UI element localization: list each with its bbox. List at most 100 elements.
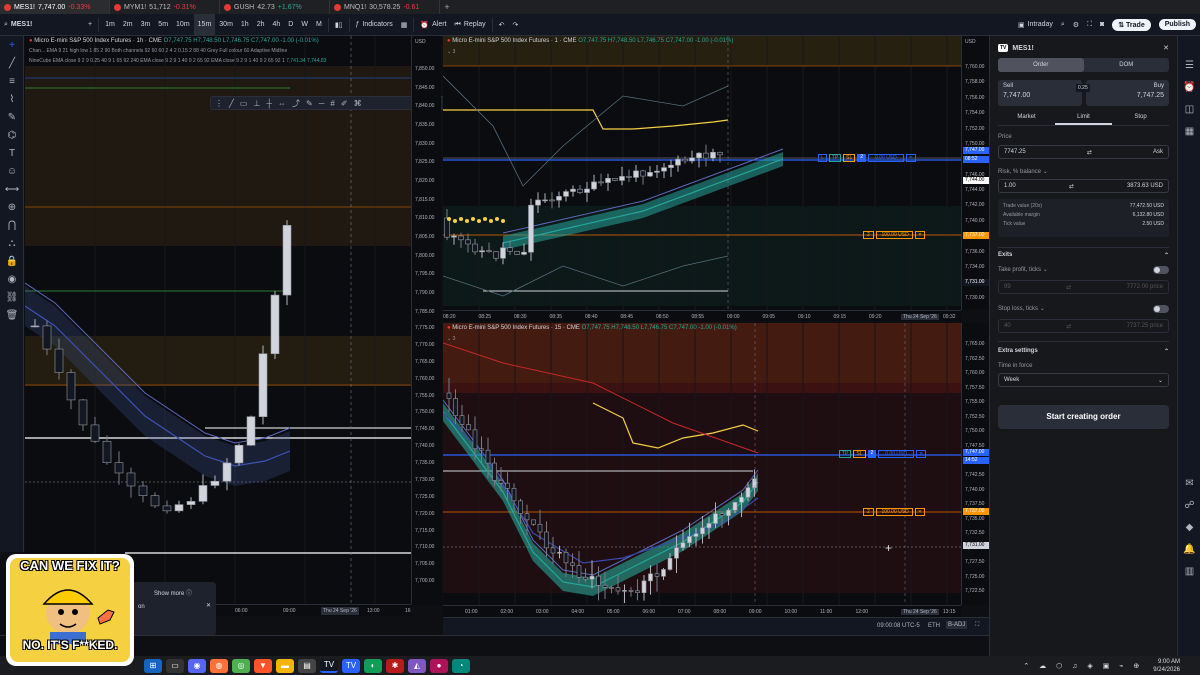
trade-button[interactable]: ⇅ Trade [1108, 14, 1155, 36]
browser-tab-mes[interactable]: MES1! 7,747.00 -0.33% [0, 0, 110, 14]
layout-button[interactable]: ▣ Intraday [1014, 14, 1057, 36]
close-icon[interactable]: ✕ [914, 508, 925, 516]
tradingview-taskbar-icon[interactable]: TV [320, 658, 338, 673]
calendar-icon[interactable]: ▦ [1178, 120, 1200, 142]
tab-dom[interactable]: DOM [1084, 58, 1170, 72]
symbol-search[interactable]: ⌕ MES1! [0, 14, 84, 36]
ruler-icon[interactable]: ⟷ [0, 180, 24, 198]
chrome-icon[interactable]: ◎ [232, 658, 250, 673]
system-tray[interactable]: ⌃ ☁ ⬡ ♫ ◈ ▣ ⌁ ⊕ [1023, 662, 1143, 670]
chart-1m-canvas[interactable] [443, 36, 961, 310]
app-icon[interactable]: ▤ [298, 658, 316, 673]
risk-input[interactable]: 1.00 ⇄ 3873.63 USD [998, 179, 1169, 193]
tp-input[interactable]: 99 ⇄ 7772.00 price [998, 280, 1169, 294]
app-purple-icon[interactable]: ◭ [408, 658, 426, 673]
brush-tool-icon[interactable]: ✎ [306, 99, 313, 108]
horizontal-lines-icon[interactable]: ≡ [0, 72, 24, 90]
tab-stop[interactable]: Stop [1112, 114, 1169, 125]
interval-D[interactable]: D [284, 14, 297, 36]
link-icon[interactable]: ⛓ [0, 288, 24, 306]
text-icon[interactable]: T [0, 144, 24, 162]
firefox-icon[interactable]: ◍ [210, 658, 228, 673]
discord-icon[interactable]: ◉ [188, 658, 206, 673]
browser-tab-gush[interactable]: GUSH 42.73 +1.67% [220, 0, 330, 14]
risk-dropdown[interactable]: Risk, % balance ⌄ [998, 168, 1169, 175]
close-icon[interactable]: ✕ [914, 231, 925, 239]
publish-button[interactable]: Publish [1155, 14, 1200, 36]
interval-5m[interactable]: 5m [154, 14, 172, 36]
time-axis-15m[interactable]: 01:00 02:00 03:00 04:00 05:00 06:00 07:00 08:00… [443, 605, 961, 617]
tif-select[interactable]: Week ⌄ [998, 373, 1169, 387]
clock[interactable]: 9:00 AM 9/24/2026 [1153, 658, 1180, 674]
news-icon[interactable]: ✉ [1178, 472, 1200, 494]
bar-type-button[interactable]: ▮▯ [331, 14, 347, 36]
layers-icon[interactable]: ◫ [1178, 98, 1200, 120]
trading-panel-icon[interactable]: ▥ [1178, 560, 1200, 582]
buy-button[interactable]: Buy 7,747.25 [1085, 80, 1169, 106]
sl-order-line-1m[interactable]: 2 -100.00 USD ✕ [863, 231, 925, 239]
fib-icon[interactable]: ⌇ [0, 90, 24, 108]
snapshot-button[interactable]: ◙ [1096, 14, 1108, 36]
redo-button[interactable]: ↷ [509, 14, 523, 36]
ideas-icon[interactable]: ◆ [1178, 516, 1200, 538]
tab-order[interactable]: Order [998, 58, 1084, 72]
alerts-icon[interactable]: ⏰ [1178, 76, 1200, 98]
chart-pane-1m[interactable]: ● Micro E-mini S&P 500 Index Futures · 1… [443, 36, 961, 310]
swap-icon[interactable]: ⇄ [1069, 183, 1074, 190]
pattern-tool-icon[interactable]: ⌘ [354, 99, 362, 108]
tab-market[interactable]: Market [998, 114, 1055, 125]
zoom-icon[interactable]: ⊕ [0, 198, 24, 216]
add-symbol-button[interactable]: + [84, 14, 96, 36]
chat-icon[interactable]: ☍ [1178, 494, 1200, 516]
pane-15m-collapse[interactable]: ⌄ 3 [447, 336, 455, 342]
path-tool-icon[interactable]: ⤴ [292, 98, 300, 109]
rect-tool-icon[interactable]: ▭ [240, 99, 248, 108]
brush-icon[interactable]: ✎ [0, 108, 24, 126]
close-icon[interactable]: ✕ [905, 154, 916, 162]
interval-10m[interactable]: 10m [172, 14, 194, 36]
extra-settings-section[interactable]: Extra settings ⌃ [998, 341, 1169, 355]
indicator-ninecube-label[interactable]: NineCube EMA close 9 2 9 0.25 40 9 1 65 … [29, 58, 326, 64]
close-icon[interactable]: ✕ [206, 602, 211, 609]
undo-button[interactable]: ↶ [495, 14, 509, 36]
interval-30m[interactable]: 30m [215, 14, 237, 36]
interval-W[interactable]: W [297, 14, 312, 36]
interval-15m[interactable]: 15m [193, 13, 216, 36]
interval-1h[interactable]: 1h [237, 14, 253, 36]
swap-icon[interactable]: ⇄ [1087, 149, 1092, 156]
currency-label[interactable]: USD [965, 39, 976, 45]
price-axis-15m-left[interactable]: 7,775.00 7,770.00 7,765.00 7,760.00 7,755.00… [412, 323, 442, 605]
brave-icon[interactable]: ▼ [254, 658, 272, 673]
fullscreen-icon[interactable]: ⛶ [975, 622, 979, 629]
interval-4h[interactable]: 4h [269, 14, 285, 36]
notifications-icon[interactable]: 🔔 [1178, 538, 1200, 560]
templates-button[interactable]: ▦ [397, 14, 412, 36]
fullscreen-button[interactable]: ⛶ [1083, 14, 1096, 36]
price-axis-1m[interactable]: 7,760.00 7,758.00 7,756.00 7,754.00 7,752.00… [961, 36, 989, 310]
time-axis-1m[interactable]: 08:20 08:25 08:30 08:35 08:40 08:45 08:50 08:55… [443, 310, 961, 321]
eye-icon[interactable]: ◉ [0, 270, 24, 288]
sl-toggle[interactable] [1153, 305, 1169, 313]
app-pink-icon[interactable]: ● [430, 658, 448, 673]
drag-handle-icon[interactable]: ⋮ [215, 99, 223, 108]
alert-button[interactable]: ⏰ Alert [416, 14, 450, 36]
indicator-channel-label[interactable]: Chan... EMA 9 21 high low 1 85 2 90 Both… [29, 48, 287, 54]
app-red-icon[interactable]: ✱ [386, 658, 404, 673]
browser-tab-mnq[interactable]: MNQ1! 30,578.25 -0.61 [330, 0, 440, 14]
line-tool-icon[interactable]: ╱ [229, 99, 234, 108]
sl-input[interactable]: 40 ⇄ 7737.25 price [998, 319, 1169, 333]
status-session[interactable]: ETH [928, 623, 940, 629]
sell-button[interactable]: Sell 7,747.00 [998, 80, 1082, 106]
pattern-icon[interactable]: ⌬ [0, 126, 24, 144]
tp-toggle[interactable] [1153, 266, 1169, 274]
sl-order-line-15m[interactable]: 2 -100.00 USD ✕ [863, 508, 925, 516]
close-icon[interactable]: ✕ [915, 450, 927, 458]
status-time[interactable]: 09:00:08 UTC-5 [877, 623, 920, 629]
vline-tool-icon[interactable]: ┼ [266, 99, 272, 108]
interval-3m[interactable]: 3m [137, 14, 155, 36]
price-axis-15m[interactable]: 7,765.00 7,762.50 7,760.00 7,757.50 7,755.00… [961, 323, 989, 605]
tp-order-line-15m[interactable]: TP SL 2 0.00 USD ✕ [839, 450, 927, 458]
chart-1h-canvas[interactable] [25, 36, 411, 604]
tradingview-alt-icon[interactable]: TV [342, 658, 360, 673]
hline-tool-icon[interactable]: ⊥ [253, 99, 260, 108]
